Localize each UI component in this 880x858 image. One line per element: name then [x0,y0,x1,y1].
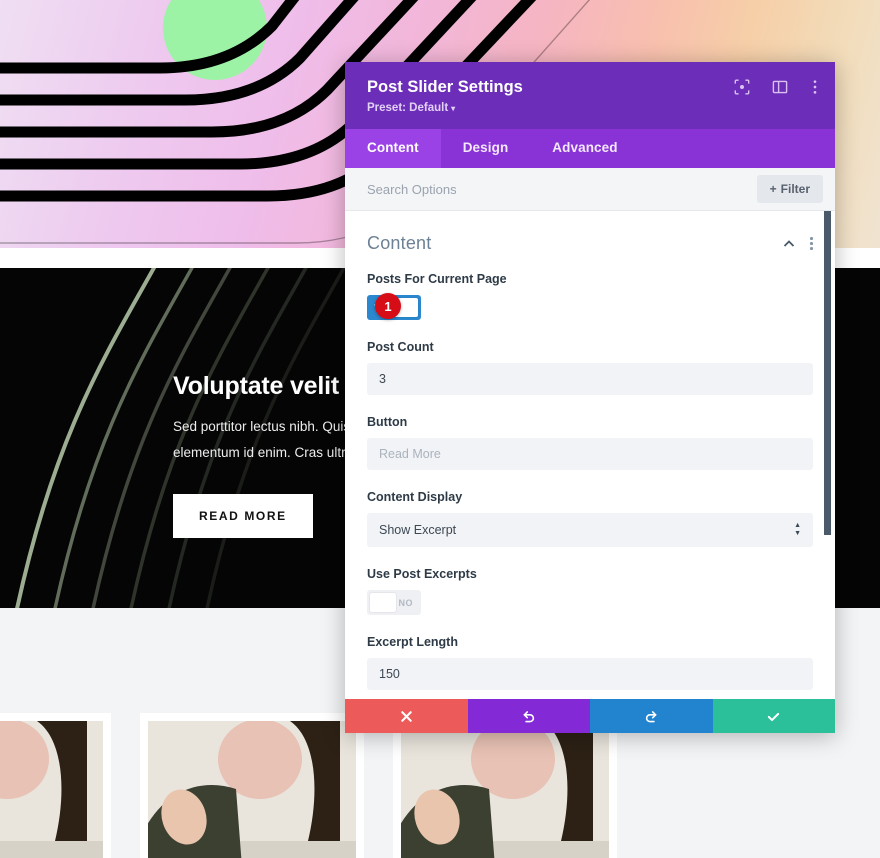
checkmark-icon [768,712,780,721]
more-vertical-icon[interactable] [809,78,821,96]
field-use-post-excerpts: Use Post Excerpts NO [345,567,835,615]
modal-action-bar [345,699,835,733]
undo-button[interactable] [467,699,590,733]
tab-design[interactable]: Design [441,129,531,168]
step-badge-1: 1 [375,293,401,319]
redo-arrow-icon [645,710,657,722]
field-post-count: Post Count [345,340,835,395]
field-label-posts-for-current-page: Posts For Current Page [367,272,507,286]
search-bar: +Filter [345,168,835,211]
cancel-button[interactable] [345,699,468,733]
field-excerpt-length: Excerpt Length [345,635,835,690]
field-label-use-post-excerpts: Use Post Excerpts [367,567,477,581]
content-display-select[interactable] [367,513,813,547]
toggle-use-post-excerpts[interactable]: NO [367,590,421,615]
search-input[interactable] [367,181,757,197]
save-button[interactable] [712,699,835,733]
toggle-state-label-no: NO [398,597,413,608]
modal-header-icons [733,78,821,96]
field-content-display: Content Display ▲▼ [345,490,835,547]
post-slider-read-more-button[interactable]: READ MORE [173,493,313,538]
modal-header: Post Slider Settings Preset: Default ▾ [345,62,835,129]
preset-label: Preset: Default [367,102,449,114]
blog-card-row [0,713,617,858]
post-slider-settings-modal: Post Slider Settings Preset: Default ▾ C… [345,62,835,733]
layout-columns-icon[interactable] [771,78,789,96]
modal-body: Content Posts For Current Page 1 Post Co… [345,211,835,699]
undo-arrow-icon [523,710,535,722]
tab-advanced[interactable]: Advanced [530,129,639,168]
button-text-input[interactable] [367,438,813,470]
content-display-select-wrap: ▲▼ [367,513,813,547]
blog-card[interactable] [393,713,617,858]
focus-target-icon[interactable] [733,78,751,96]
blog-card[interactable] [0,713,111,858]
post-count-input[interactable] [367,363,813,395]
chevron-up-icon[interactable] [782,237,796,251]
section-content-actions [782,237,813,251]
plus-icon: + [769,182,777,196]
excerpt-length-input[interactable] [367,658,813,690]
section-content: Content Posts For Current Page 1 Post Co… [345,211,835,699]
field-posts-for-current-page: Posts For Current Page 1 YES [345,272,835,320]
filter-button-label: Filter [780,182,810,196]
field-label-excerpt-length: Excerpt Length [367,635,458,649]
field-button: Button [345,415,835,470]
blog-card-image [0,721,103,858]
screen: Voluptate velit esse Sed porttitor lectu… [0,0,880,858]
chevron-down-icon: ▾ [451,104,456,113]
modal-tabs: Content Design Advanced [345,129,835,168]
tab-content[interactable]: Content [345,129,441,168]
preset-selector[interactable]: Preset: Default ▾ [367,102,455,114]
section-content-header: Content [345,233,835,254]
section-content-title: Content [367,233,432,253]
scrollbar-track[interactable] [824,211,833,699]
blog-card-image [401,721,609,858]
settings-scroll-area: Content Posts For Current Page 1 Post Co… [345,211,835,699]
blog-card-image [148,721,356,858]
redo-button[interactable] [590,699,713,733]
section-more-vertical-icon[interactable] [810,237,813,250]
field-label-content-display: Content Display [367,490,463,504]
filter-button[interactable]: + Filter [756,175,823,203]
field-label-post-count: Post Count [367,340,434,354]
blog-card[interactable] [140,713,364,858]
toggle-knob [370,593,396,612]
close-x-icon [401,710,412,722]
scrollbar-thumb[interactable] [824,211,831,535]
field-label-button: Button [367,415,408,429]
